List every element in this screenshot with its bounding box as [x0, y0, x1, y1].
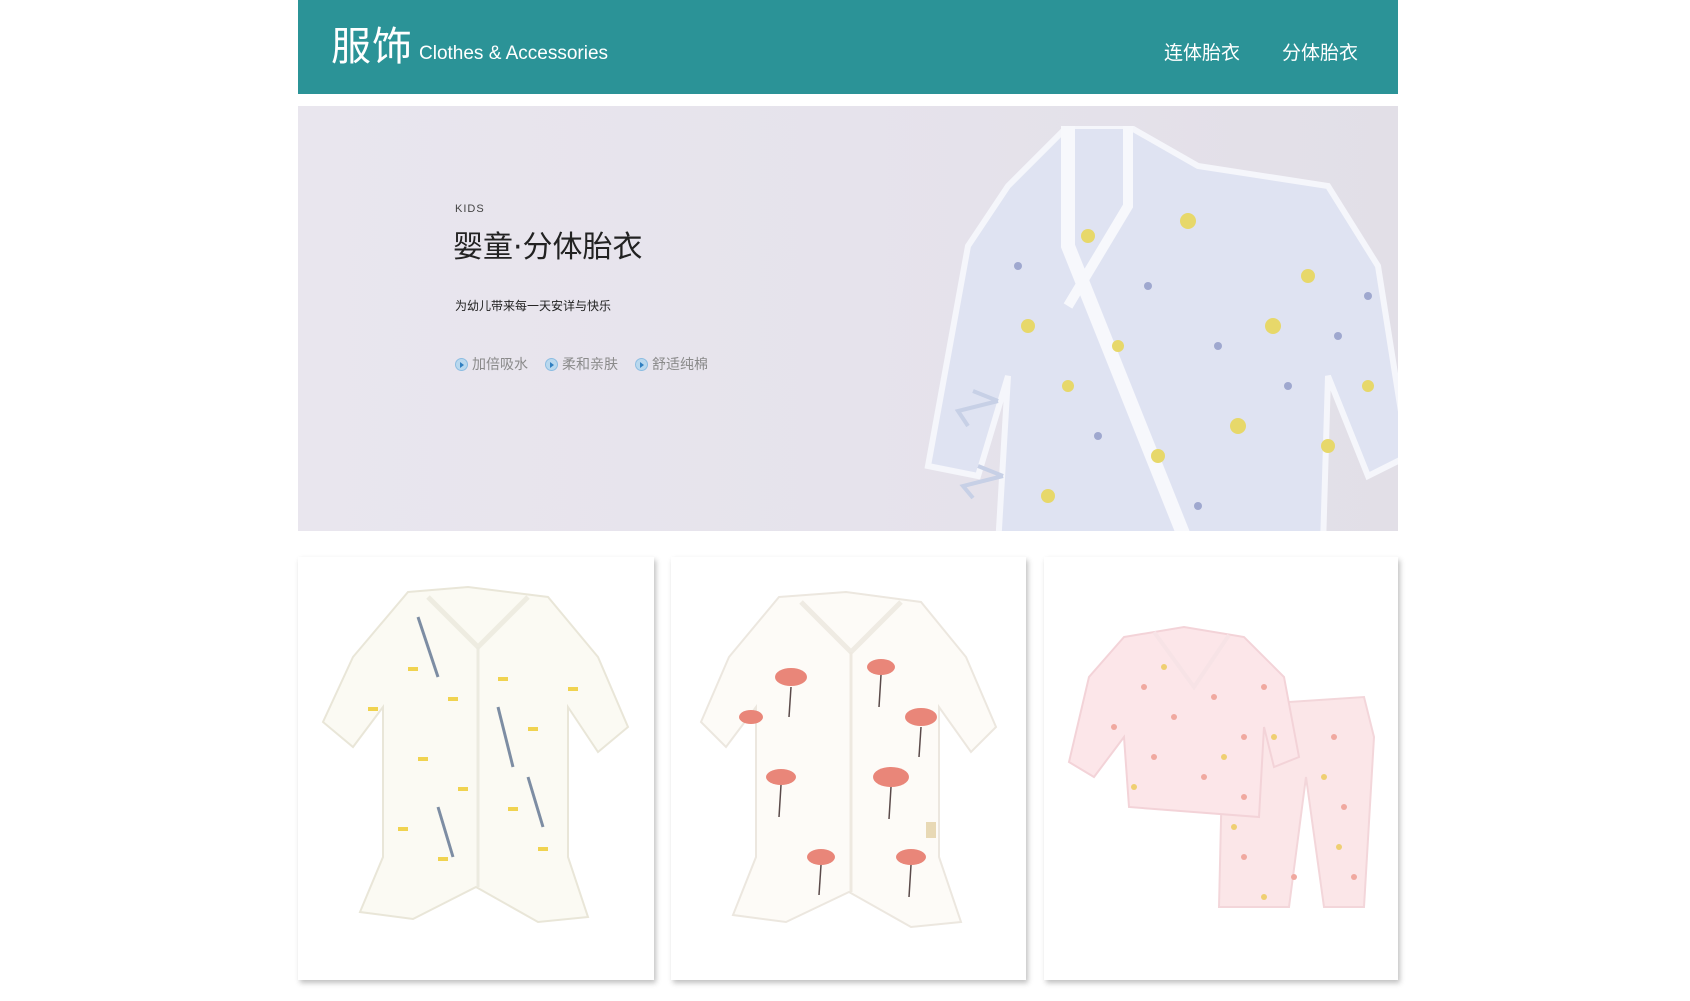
feature-item: 加倍吸水	[455, 354, 528, 374]
flamingo-pattern-romper-image	[699, 590, 998, 929]
play-arrow-icon	[545, 357, 558, 371]
play-arrow-icon	[455, 357, 468, 371]
feature-item: 舒适纯棉	[635, 354, 708, 374]
banner-tagline: 为幼儿带来每一天安详与快乐	[455, 299, 612, 313]
product-grid	[298, 557, 1398, 982]
category-nav: 连体胎衣 分体胎衣	[1164, 38, 1358, 68]
pink-two-piece-set-image	[1067, 625, 1376, 908]
feature-label: 加倍吸水	[472, 357, 528, 373]
nav-item-romper[interactable]: 连体胎衣	[1164, 38, 1240, 68]
nav-item-two-piece[interactable]: 分体胎衣	[1282, 38, 1358, 68]
product-card-pink-set[interactable]	[1044, 557, 1398, 980]
page: 服饰 Clothes & Accessories 连体胎衣 分体胎衣 KIDS …	[0, 0, 1690, 1001]
page-title-cn: 服饰	[331, 24, 413, 70]
product-card-yellow-romper[interactable]	[298, 557, 654, 980]
banner-garment-image	[924, 126, 1398, 531]
banner-heading: 婴童·分体胎衣	[453, 230, 643, 265]
banner-brand: KIDS	[455, 203, 485, 215]
hero-banner[interactable]: KIDS 婴童·分体胎衣 为幼儿带来每一天安详与快乐 加倍吸水 柔和亲肤 舒适纯…	[298, 106, 1398, 531]
feature-label: 舒适纯棉	[652, 357, 708, 373]
site-header: 服饰 Clothes & Accessories 连体胎衣 分体胎衣	[298, 0, 1398, 94]
feature-label: 柔和亲肤	[562, 357, 618, 373]
page-title-en: Clothes & Accessories	[419, 43, 609, 64]
play-arrow-icon	[635, 357, 648, 371]
feature-item: 柔和亲肤	[545, 354, 618, 374]
yellow-pattern-romper-image	[321, 585, 630, 924]
banner-features: 加倍吸水 柔和亲肤 舒适纯棉	[455, 354, 708, 374]
product-card-flamingo-romper[interactable]	[671, 557, 1026, 980]
